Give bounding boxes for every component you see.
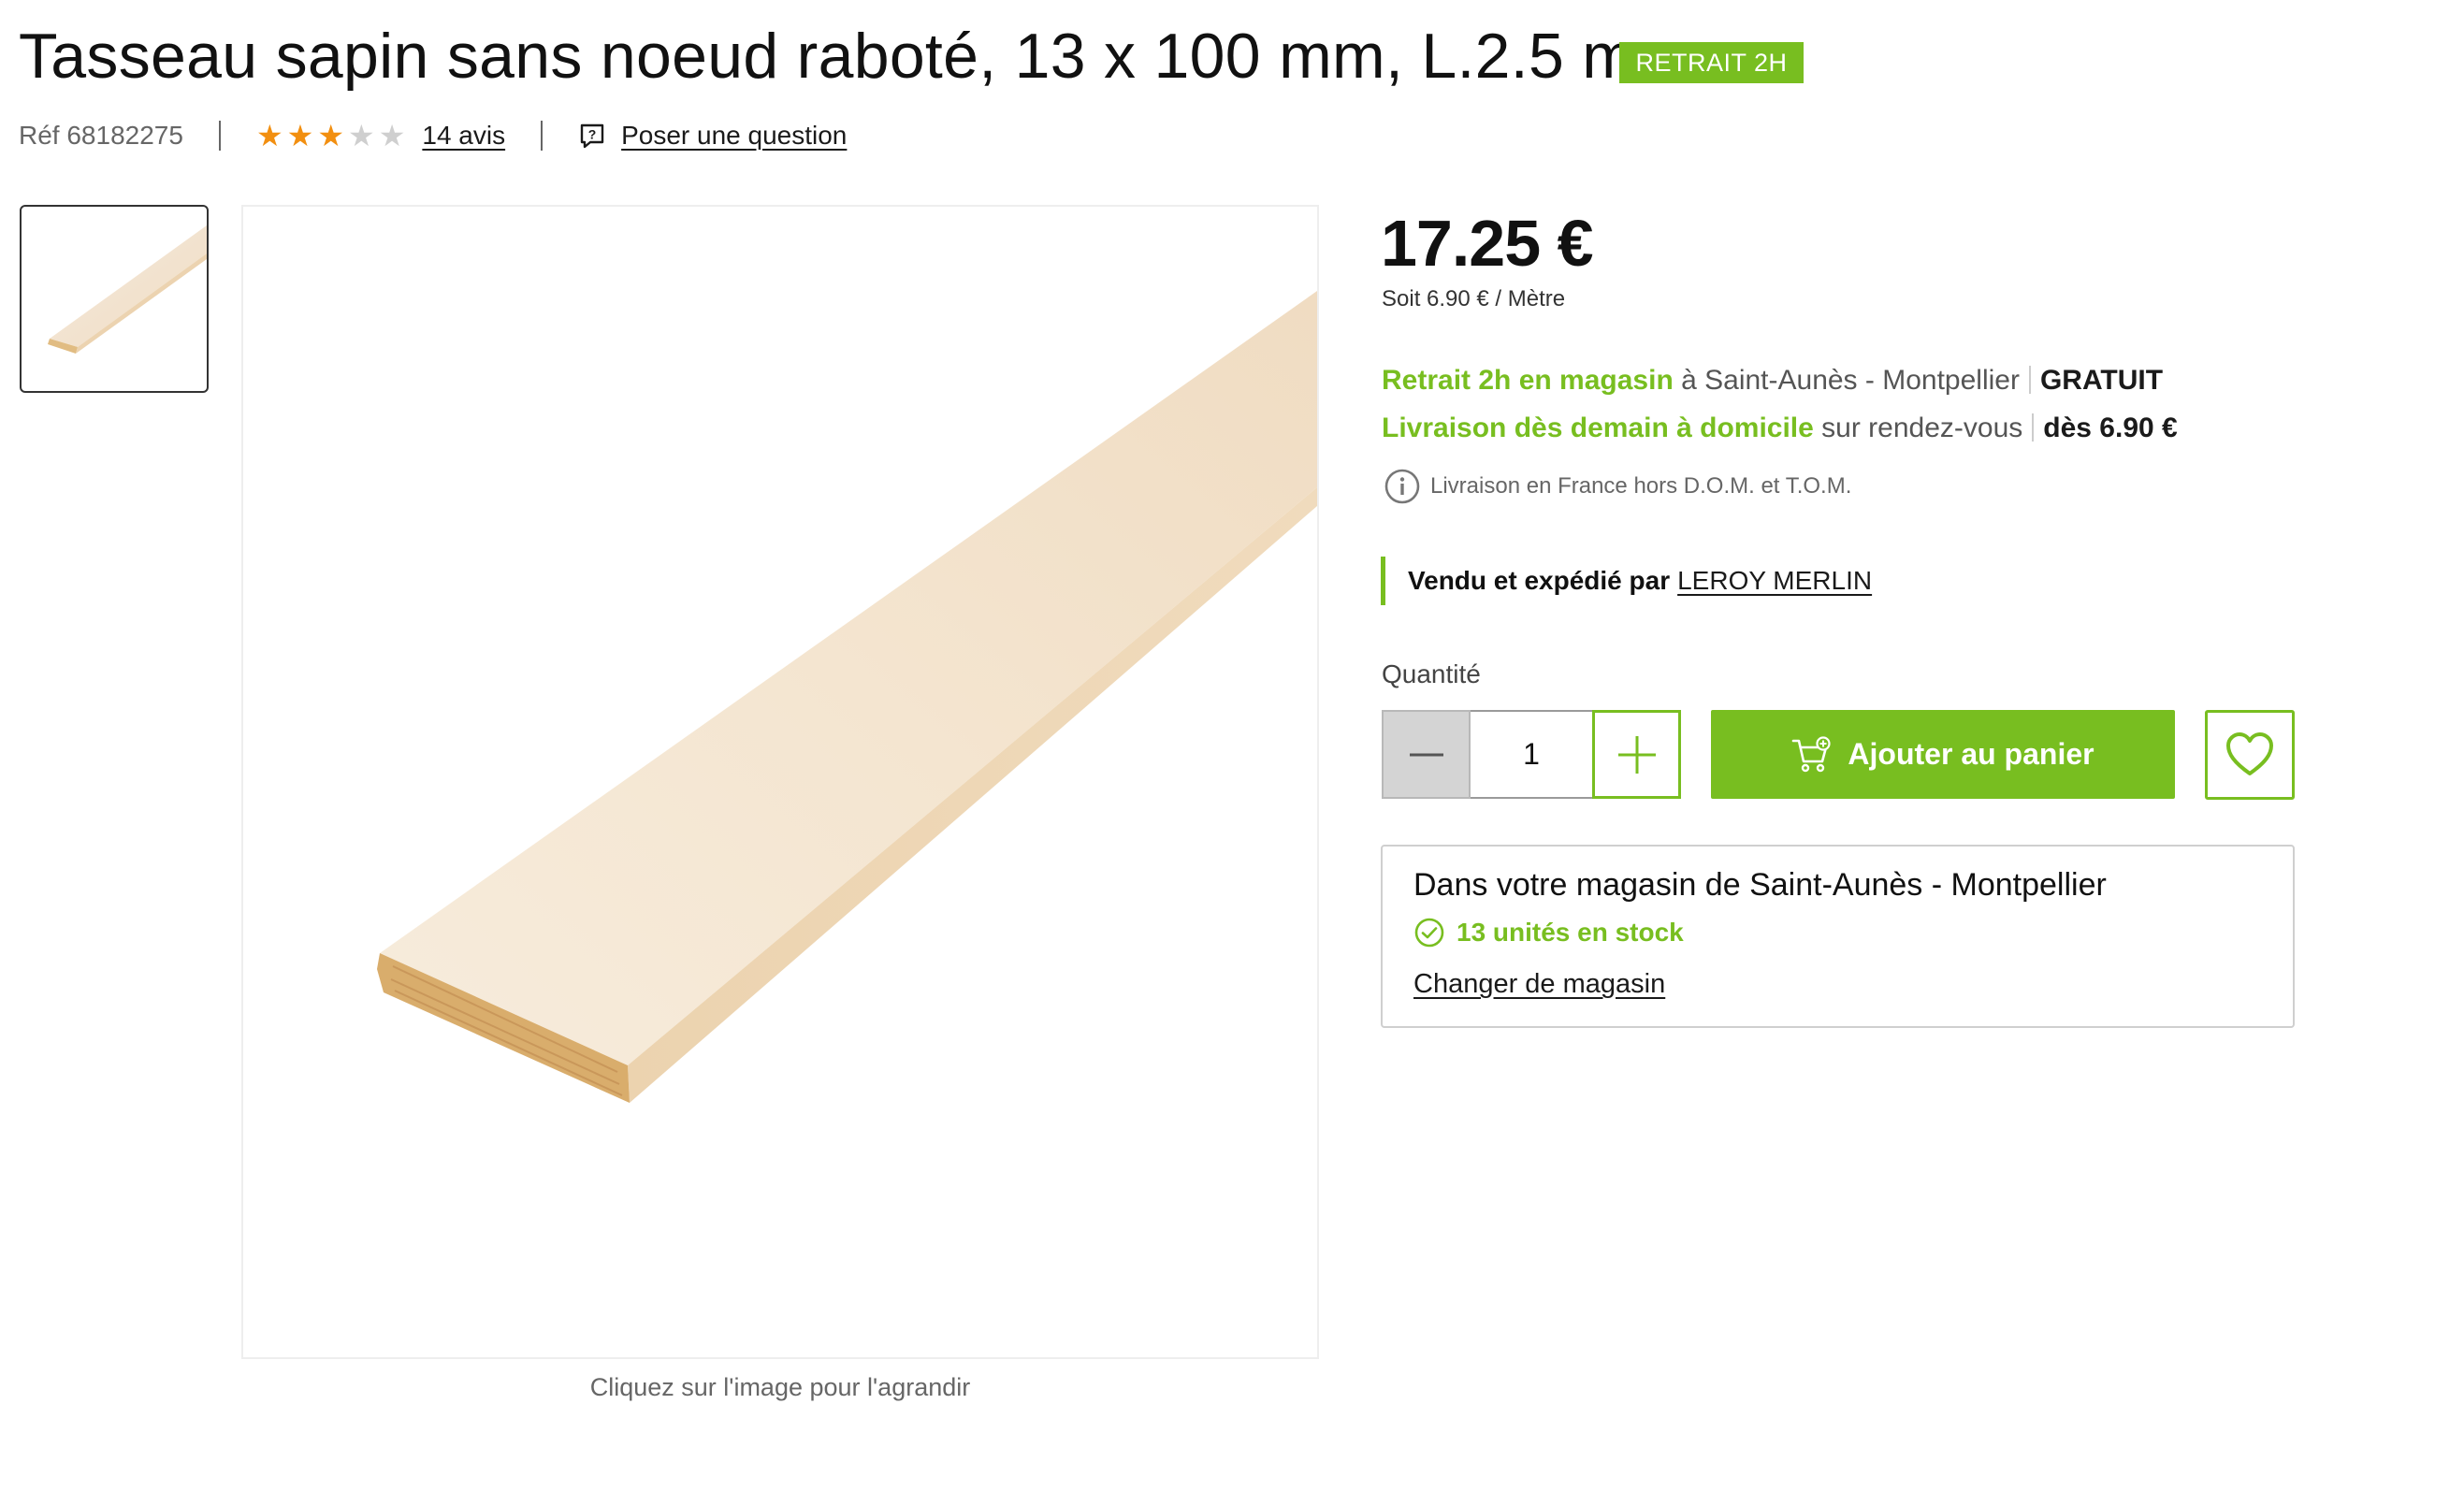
star-icon: ★ bbox=[378, 119, 406, 152]
pickup-highlight: Retrait 2h en magasin bbox=[1382, 365, 1674, 396]
question-icon: ? bbox=[580, 123, 604, 149]
add-to-cart-label: Ajouter au panier bbox=[1848, 737, 2094, 771]
thumbnail-image[interactable] bbox=[20, 205, 209, 393]
stock-status: 13 unités en stock bbox=[1413, 917, 1684, 948]
pickup-cost: GRATUIT bbox=[2039, 365, 2164, 396]
check-circle-icon bbox=[1414, 918, 1444, 948]
product-price: 17.25 € bbox=[1381, 207, 1594, 280]
reviews-link[interactable]: 14 avis bbox=[422, 121, 505, 151]
divider bbox=[541, 121, 544, 151]
store-title: Dans votre magasin de Saint-Aunès - Mont… bbox=[1413, 867, 2107, 903]
svg-text:?: ? bbox=[588, 127, 597, 142]
home-delivery-option: Livraison dès demain à domicile sur rend… bbox=[1382, 413, 2178, 444]
pickup-option: Retrait 2h en magasin à Saint-Aunès - Mo… bbox=[1382, 365, 2163, 397]
plus-icon bbox=[1617, 735, 1656, 774]
product-ref: Réf 68182275 bbox=[19, 121, 183, 150]
increase-quantity-button[interactable] bbox=[1592, 710, 1681, 799]
ask-question-link[interactable]: Poser une question bbox=[621, 121, 847, 151]
rating-stars[interactable]: ★ ★ ★ ★ ★ bbox=[256, 121, 405, 151]
star-icon: ★ bbox=[255, 119, 283, 152]
minus-icon bbox=[1409, 753, 1443, 756]
star-icon: ★ bbox=[348, 119, 375, 152]
change-store-link[interactable]: Changer de magasin bbox=[1413, 969, 1665, 1000]
pickup-detail: à Saint-Aunès - Montpellier bbox=[1681, 365, 2020, 396]
pickup-badge: RETRAIT 2H bbox=[1619, 42, 1804, 83]
delivery-note-text: Livraison en France hors D.O.M. et T.O.M… bbox=[1430, 473, 1852, 499]
product-meta: Réf 68182275 ★ ★ ★ ★ ★ 14 avis ? Poser une q… bbox=[19, 116, 847, 155]
quantity-label: Quantité bbox=[1382, 659, 1481, 688]
divider bbox=[2032, 413, 2035, 442]
divider bbox=[2028, 366, 2031, 394]
star-icon: ★ bbox=[317, 119, 344, 152]
home-delivery-highlight: Livraison dès demain à domicile bbox=[1382, 413, 1814, 443]
image-caption: Cliquez sur l'image pour l'agrandir bbox=[589, 1373, 971, 1401]
plank-image bbox=[377, 291, 1317, 1103]
stock-text: 13 unités en stock bbox=[1457, 918, 1684, 947]
info-icon[interactable] bbox=[1384, 468, 1421, 505]
add-to-cart-button[interactable]: Ajouter au panier bbox=[1711, 710, 2175, 799]
star-icon: ★ bbox=[286, 119, 314, 152]
decrease-quantity-button[interactable] bbox=[1382, 710, 1471, 799]
seller-link[interactable]: LEROY MERLIN bbox=[1677, 566, 1872, 596]
product-title: Tasseau sapin sans noeud raboté, 13 x 10… bbox=[19, 21, 1636, 92]
main-product-image[interactable] bbox=[241, 205, 1319, 1359]
home-delivery-cost: dès 6.90 € bbox=[2043, 413, 2178, 443]
home-delivery-detail: sur rendez-vous bbox=[1821, 413, 2023, 443]
unit-price: Soit 6.90 € / Mètre bbox=[1382, 286, 1566, 311]
delivery-note: Livraison en France hors D.O.M. et T.O.M… bbox=[1384, 468, 1851, 505]
heart-icon bbox=[2226, 732, 2273, 775]
cart-icon bbox=[1792, 735, 1832, 772]
seller-info: Vendu et expédié par LEROY MERLIN bbox=[1381, 557, 1872, 605]
quantity-input[interactable] bbox=[1471, 710, 1592, 799]
thumbnail-plank-image bbox=[48, 225, 207, 354]
wishlist-button[interactable] bbox=[2205, 710, 2295, 800]
divider bbox=[218, 121, 221, 151]
seller-label: Vendu et expédié par bbox=[1408, 566, 1671, 595]
store-availability-panel: Dans votre magasin de Saint-Aunès - Mont… bbox=[1381, 845, 2295, 1028]
